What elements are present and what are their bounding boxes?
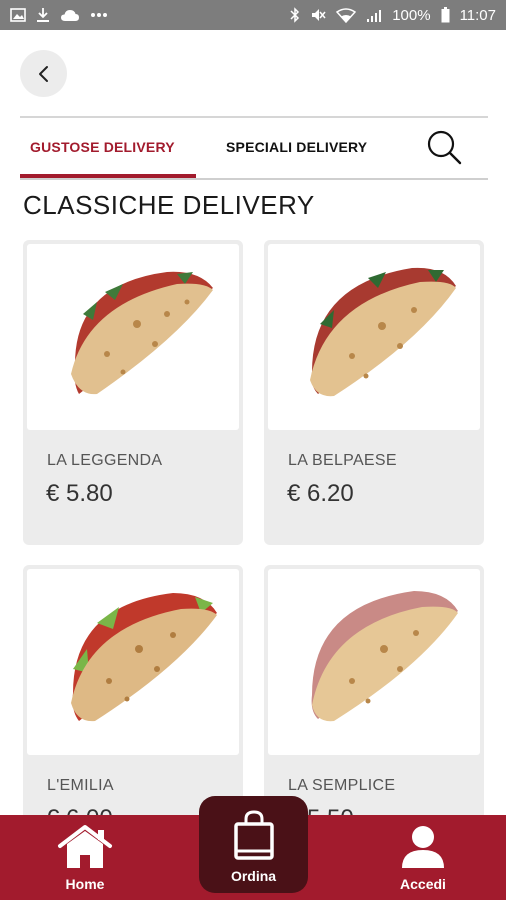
image-icon <box>10 8 26 22</box>
status-right: 100% 11:07 <box>290 7 496 24</box>
product-card[interactable]: LA BELPAESE € 6.20 <box>264 240 484 545</box>
product-price: € 6.20 <box>287 480 354 507</box>
tab-speciali-delivery[interactable]: SPECIALI DELIVERY <box>226 118 402 176</box>
category-tabs: GUSTOSE DELIVERY SPECIALI DELIVERY <box>20 118 488 180</box>
nav-ordina-label: Ordina <box>230 868 277 884</box>
status-time: 11:07 <box>459 6 496 24</box>
home-icon <box>58 825 112 868</box>
nav-home-label: Home <box>65 876 105 892</box>
battery-percent: 100% <box>392 6 431 24</box>
product-name: L'EMILIA <box>47 777 114 794</box>
tabs-divider <box>20 178 488 180</box>
bluetooth-icon <box>290 7 300 23</box>
nav-ordina[interactable]: Ordina <box>199 796 308 893</box>
product-image <box>268 244 480 430</box>
product-image <box>268 569 480 755</box>
section-title: CLASSICHE DELIVERY <box>23 190 315 220</box>
more-icon <box>90 12 108 18</box>
product-name: LA BELPAESE <box>288 452 397 469</box>
nav-accedi-label: Accedi <box>400 876 446 892</box>
search-button[interactable] <box>422 126 466 170</box>
tab-gustose-delivery[interactable]: GUSTOSE DELIVERY <box>20 118 196 176</box>
nav-home[interactable]: Home <box>42 815 128 900</box>
product-image <box>27 244 239 430</box>
product-image <box>27 569 239 755</box>
download-icon <box>36 7 50 23</box>
user-icon <box>402 826 444 868</box>
chevron-left-icon <box>38 65 48 82</box>
product-name: LA LEGGENDA <box>47 452 163 469</box>
product-card[interactable]: LA LEGGENDA € 5.80 <box>23 240 243 545</box>
nav-accedi[interactable]: Accedi <box>380 815 466 900</box>
product-card[interactable]: L'EMILIA € 6.00 <box>23 565 243 825</box>
search-icon <box>427 130 462 165</box>
back-button[interactable] <box>20 50 67 97</box>
shopping-bag-icon <box>233 810 274 860</box>
product-price: € 5.80 <box>46 480 113 507</box>
signal-icon <box>366 8 382 23</box>
wifi-icon <box>336 7 357 23</box>
battery-icon <box>441 7 450 23</box>
mute-icon <box>310 7 326 23</box>
status-left <box>10 7 108 23</box>
status-bar: 100% 11:07 <box>0 0 506 30</box>
cloud-icon <box>60 9 80 22</box>
product-name: LA SEMPLICE <box>288 777 396 794</box>
product-card[interactable]: LA SEMPLICE € 5.50 <box>264 565 484 825</box>
